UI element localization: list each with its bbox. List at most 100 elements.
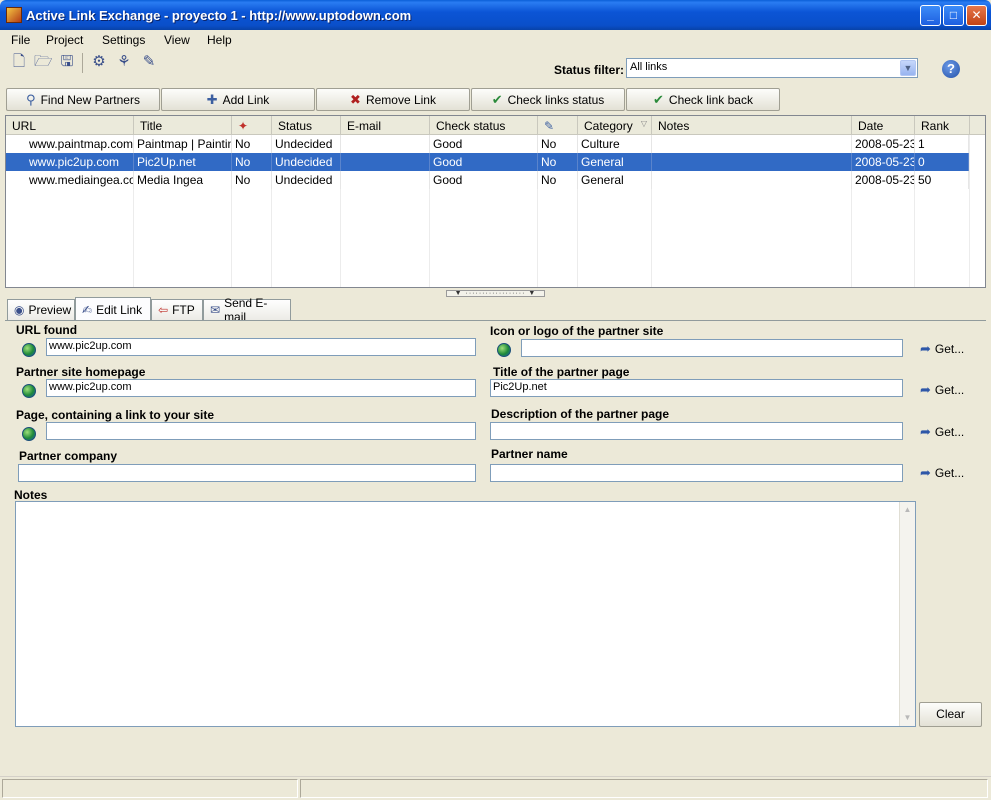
- remove-link-button[interactable]: ✖ Remove Link: [316, 88, 470, 111]
- menu-file[interactable]: File: [11, 33, 30, 47]
- page-link-input[interactable]: [46, 422, 476, 440]
- check-link-back-button[interactable]: ✔ Check link back: [626, 88, 780, 111]
- globe-icon: [22, 384, 36, 398]
- get-description-button[interactable]: ➦ Get...: [920, 423, 970, 441]
- scroll-down-icon[interactable]: ▼: [900, 710, 915, 726]
- partner-company-input[interactable]: [18, 464, 476, 482]
- column-header-link-back[interactable]: ✦: [232, 116, 272, 135]
- table-row-selected[interactable]: www.pic2up.com Pic2Up.net No Undecided G…: [6, 153, 969, 171]
- remove-link-icon: ✖: [350, 91, 361, 107]
- partner-name-input[interactable]: [490, 464, 903, 482]
- column-header-title[interactable]: Title: [134, 116, 232, 135]
- menu-project[interactable]: Project: [46, 33, 83, 47]
- add-link-label: Add Link: [222, 92, 270, 107]
- menu-settings[interactable]: Settings: [102, 33, 145, 47]
- menu-view[interactable]: View: [164, 33, 190, 47]
- tab-ftp[interactable]: ⇦ FTP: [151, 299, 203, 320]
- description-input[interactable]: [490, 422, 903, 440]
- get-partner-name-button[interactable]: ➦ Get...: [920, 464, 970, 482]
- status-filter-label: Status filter:: [554, 63, 625, 77]
- cell-title: Pic2Up.net: [134, 153, 232, 171]
- title-bar[interactable]: Active Link Exchange - proyecto 1 - http…: [0, 0, 991, 30]
- get-label: Get...: [934, 383, 965, 397]
- chevron-down-icon[interactable]: ▼: [900, 60, 916, 76]
- column-header-notes[interactable]: Notes: [652, 116, 852, 135]
- cell-url: www.paintmap.com: [26, 135, 134, 153]
- cell-email: [341, 153, 430, 171]
- settings-gear-icon[interactable]: ⚙: [90, 53, 108, 71]
- tab-preview[interactable]: ◉ Preview: [7, 299, 75, 320]
- cell-rank: 0: [915, 153, 969, 171]
- status-filter-select[interactable]: All links ▼: [626, 58, 918, 78]
- save-icon[interactable]: 🖫: [58, 53, 76, 71]
- cell-status: Undecided: [272, 171, 341, 189]
- title-input[interactable]: Pic2Up.net: [490, 379, 903, 397]
- eye-icon: ◉: [14, 303, 25, 317]
- edit-link-icon: ✍: [82, 302, 93, 317]
- check-link-back-icon: ✔: [653, 91, 664, 107]
- window-title: Active Link Exchange - proyecto 1 - http…: [26, 8, 412, 23]
- url-found-input[interactable]: www.pic2up.com: [46, 338, 476, 356]
- clear-button[interactable]: Clear: [919, 702, 982, 727]
- cell-url: www.pic2up.com: [26, 153, 134, 171]
- cell-verified: No: [538, 153, 578, 171]
- cell-status: Undecided: [272, 135, 341, 153]
- get-title-button[interactable]: ➦ Get...: [920, 381, 970, 399]
- minimize-button[interactable]: _: [920, 5, 941, 26]
- close-button[interactable]: ✕: [966, 5, 987, 26]
- links-grid[interactable]: URL Title ✦ Status E-mail Check status ✎…: [5, 115, 986, 288]
- column-header-check-status[interactable]: Check status: [430, 116, 538, 135]
- splitter-handle[interactable]: ▼ ·················· ▼: [446, 290, 545, 297]
- status-bar: [0, 776, 991, 800]
- url-found-label: URL found: [16, 323, 78, 337]
- icon-logo-input[interactable]: [521, 339, 903, 357]
- column-header-email[interactable]: E-mail: [341, 116, 430, 135]
- open-folder-icon[interactable]: 🗁: [34, 53, 53, 71]
- status-pane-right: [300, 779, 988, 798]
- column-header-status[interactable]: Status: [272, 116, 341, 135]
- get-arrow-icon: ➦: [920, 382, 931, 397]
- new-document-icon[interactable]: 🗋: [10, 53, 28, 71]
- add-link-button[interactable]: ✚ Add Link: [161, 88, 315, 111]
- link-check-icon[interactable]: ⚘: [115, 53, 133, 71]
- get-icon-logo-button[interactable]: ➦ Get...: [920, 340, 970, 358]
- cell-verified: No: [538, 171, 578, 189]
- tab-edit-link[interactable]: ✍ Edit Link: [75, 297, 151, 321]
- table-row[interactable]: www.mediaingea.com Media Ingea No Undeci…: [6, 171, 969, 189]
- icon-logo-label: Icon or logo of the partner site: [490, 324, 664, 338]
- cell-notes: [652, 153, 852, 171]
- get-arrow-icon: ➦: [920, 465, 931, 480]
- cell-email: [341, 171, 430, 189]
- cell-email: [341, 135, 430, 153]
- get-label: Get...: [934, 342, 965, 356]
- tab-send-email[interactable]: ✉ Send E-mail: [203, 296, 291, 324]
- notes-textarea[interactable]: ▲ ▼: [15, 501, 916, 727]
- notes-scrollbar[interactable]: ▲ ▼: [899, 502, 915, 726]
- notes-label: Notes: [14, 488, 48, 502]
- check-links-status-button[interactable]: ✔ Check links status: [471, 88, 625, 111]
- scroll-up-icon[interactable]: ▲: [900, 502, 915, 518]
- link-back-icon: ✦: [238, 119, 249, 133]
- remove-link-label: Remove Link: [365, 92, 436, 107]
- column-header-category[interactable]: Category ▽: [578, 116, 652, 135]
- find-new-partners-button[interactable]: ⚲ Find New Partners: [6, 88, 160, 111]
- column-header-date[interactable]: Date: [852, 116, 915, 135]
- table-row[interactable]: www.paintmap.com Paintmap | Paintin... N…: [6, 135, 969, 153]
- column-header-rank[interactable]: Rank: [915, 116, 970, 135]
- maximize-button[interactable]: □: [943, 5, 964, 26]
- column-header-verified[interactable]: ✎: [538, 116, 578, 135]
- column-header-url[interactable]: URL: [6, 116, 134, 135]
- menu-help[interactable]: Help: [207, 33, 232, 47]
- check-link-back-label: Check link back: [668, 92, 753, 107]
- partner-homepage-input[interactable]: www.pic2up.com: [46, 379, 476, 397]
- verified-link-icon: ✎: [544, 119, 555, 133]
- cell-rank: 1: [915, 135, 969, 153]
- sort-arrow-icon: ▽: [640, 119, 647, 128]
- help-icon[interactable]: ?: [942, 60, 960, 78]
- category-header-label: Category: [584, 119, 633, 133]
- cell-rank: 50: [915, 171, 969, 189]
- globe-icon: [497, 343, 511, 357]
- edit-notes-icon[interactable]: ✎: [140, 53, 158, 71]
- title-label: Title of the partner page: [493, 365, 630, 379]
- globe-icon: [22, 427, 36, 441]
